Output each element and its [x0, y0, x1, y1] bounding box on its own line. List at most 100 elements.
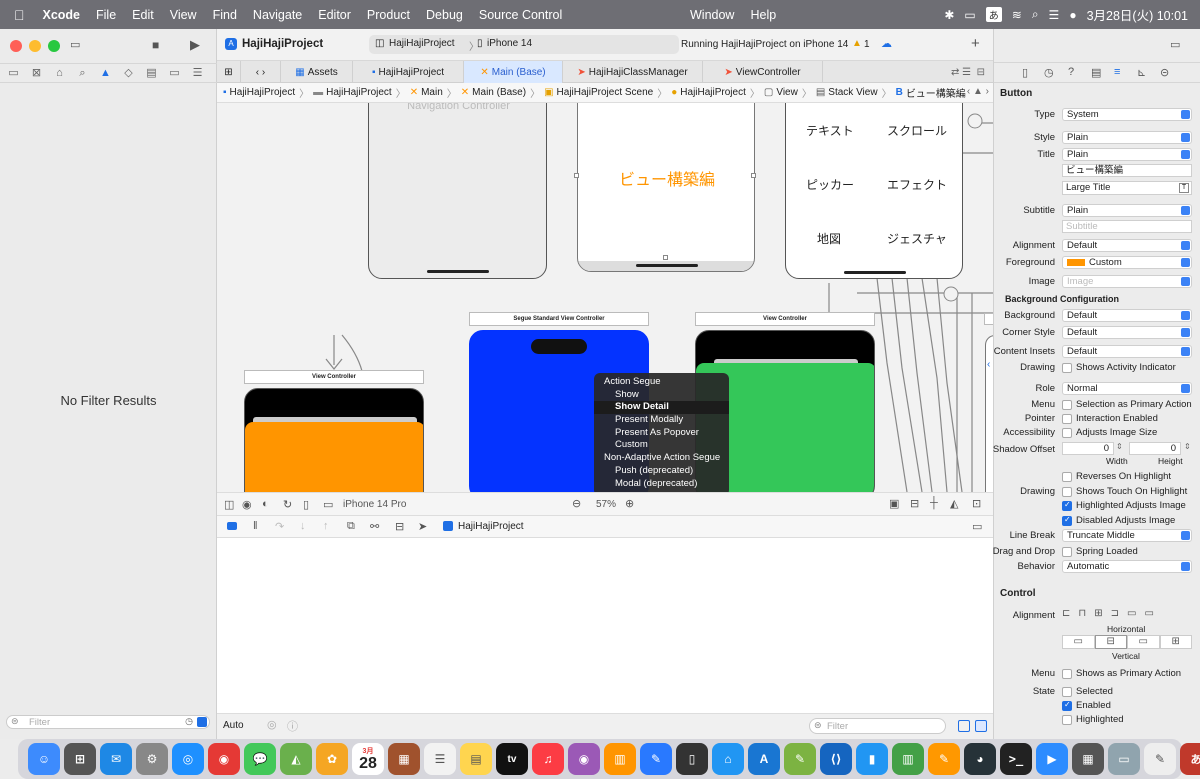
crumb-viewcontroller[interactable]: ● HajiHajiProject	[671, 87, 746, 98]
tab-navigation-arrows[interactable]: ‹ ›	[241, 61, 281, 83]
crumb-button[interactable]: B ビュー構築編	[896, 85, 966, 100]
warning-count[interactable]: 1	[864, 39, 870, 50]
minimize-window-button[interactable]	[29, 40, 41, 52]
input-method-indicator[interactable]: あ	[985, 7, 1002, 22]
add-button[interactable]: +	[971, 35, 980, 52]
state-selected-checkbox[interactable]	[1062, 687, 1072, 697]
scene-label-view-controller[interactable]: View Controller	[244, 370, 424, 384]
breakpoint-navigator-icon[interactable]: ▭	[168, 67, 181, 80]
spotlight-icon[interactable]: ⌕	[1032, 7, 1039, 22]
grid-button-picker[interactable]: ピッカー	[806, 176, 854, 193]
interaction-enabled-checkbox[interactable]	[1062, 414, 1072, 424]
stop-button[interactable]: ■	[152, 38, 159, 52]
run-button[interactable]: ▶	[190, 37, 200, 53]
align-top-icon[interactable]: ▭	[1062, 635, 1095, 649]
tab-main-base[interactable]: ✕ Main (Base)	[464, 61, 563, 83]
apple-menu-icon[interactable]: 	[0, 7, 35, 23]
debug-navigator-icon[interactable]: ▤	[145, 67, 158, 80]
selected-button-title[interactable]: ビュー構築編	[578, 166, 754, 190]
scene-label-segue-standard[interactable]: Segue Standard View Controller	[469, 312, 649, 326]
debug-area-toggle-icon[interactable]: ▭	[972, 520, 982, 533]
selection-primary-checkbox[interactable]	[1062, 400, 1072, 410]
spring-loaded-checkbox[interactable]	[1062, 547, 1072, 557]
adjusts-image-size-checkbox[interactable]	[1062, 428, 1072, 438]
document-outline-toggle-icon[interactable]: ◫	[224, 498, 234, 511]
podcasts-icon[interactable]: ◉	[568, 743, 600, 775]
zoom-icon[interactable]: ▶	[1036, 743, 1068, 775]
github-desktop-icon[interactable]: ◕	[964, 743, 996, 775]
inspector-toggle-icon[interactable]: ▭	[1170, 38, 1180, 51]
script-editor-icon[interactable]: ✎	[784, 743, 816, 775]
grid-button-map[interactable]: 地図	[817, 230, 841, 247]
tab-editor-options[interactable]: ⇄ ☰ ⊟	[823, 61, 993, 83]
menu-window[interactable]: Window	[682, 8, 742, 22]
role-popup[interactable]: Normal	[1062, 382, 1192, 395]
line-break-popup[interactable]: Truncate Middle	[1062, 529, 1192, 542]
simulator-icon[interactable]: ▯	[676, 743, 708, 775]
embed-in-icon[interactable]: ⊡	[972, 497, 981, 510]
segue-option-show[interactable]: Show	[594, 389, 729, 402]
zoom-in-icon[interactable]: ⊕	[625, 497, 634, 510]
align-middle-icon[interactable]: ⊟	[1094, 635, 1127, 649]
grid-button-text[interactable]: テキスト	[806, 122, 854, 139]
stepper-icon[interactable]: ⇕	[1184, 442, 1191, 451]
calculator-icon[interactable]: ▦	[1072, 743, 1104, 775]
preview-icon[interactable]: ▭	[1108, 743, 1140, 775]
align-bottom-icon[interactable]: ▭	[1127, 635, 1160, 649]
input-method-app-icon[interactable]: あ	[1180, 743, 1200, 775]
device-selector[interactable]: iPhone 14	[487, 38, 532, 49]
console-view-toggle-icon[interactable]	[975, 720, 987, 732]
crumb-scene[interactable]: ▣ HajiHajiProject Scene	[544, 87, 653, 98]
state-enabled-checkbox[interactable]	[1062, 700, 1072, 711]
stepper-icon[interactable]: ⇕	[1116, 442, 1123, 451]
segue-option-push[interactable]: Push (deprecated)	[594, 465, 729, 478]
orange-scene[interactable]	[244, 388, 424, 492]
alignment-popup[interactable]: Default	[1062, 239, 1192, 252]
disabled-adjusts-checkbox[interactable]	[1062, 515, 1072, 526]
debug-target[interactable]: HajiHajiProject	[458, 521, 524, 532]
align-vfill-icon[interactable]: ⊞	[1159, 635, 1192, 649]
crumb-stackview[interactable]: ▤ Stack View	[816, 87, 878, 98]
maps-icon[interactable]: ◭	[280, 743, 312, 775]
battery-icon[interactable]: ▭	[964, 8, 975, 22]
menu-editor[interactable]: Editor	[310, 8, 359, 22]
resolve-issues-icon[interactable]: ◭	[950, 497, 958, 510]
subtitle-text-field[interactable]: Subtitle	[1062, 220, 1192, 233]
grid-button-scroll[interactable]: スクロール	[887, 122, 947, 139]
horizontal-alignment-segments[interactable]: ⊏ ⊓ ⊞ ⊐ ▭ ▭	[1062, 608, 1192, 621]
environment-overrides-icon[interactable]: ⊟	[395, 520, 404, 533]
subtitle-popup[interactable]: Plain	[1062, 204, 1192, 217]
step-over-icon[interactable]: ↷	[275, 520, 284, 533]
chrome-icon[interactable]: ◉	[208, 743, 240, 775]
crumb-project[interactable]: ▪ HajiHajiProject	[223, 87, 295, 98]
align-left-icon[interactable]: ⊏	[1062, 608, 1070, 621]
resize-handle[interactable]	[751, 173, 756, 178]
find-navigator-icon[interactable]: ⌕	[76, 67, 89, 80]
align-leading-icon[interactable]: ▭	[1127, 608, 1136, 621]
apple-tv-icon[interactable]: tv	[496, 743, 528, 775]
segue-option-present-modally[interactable]: Present Modally	[594, 414, 729, 427]
scheme-selector[interactable]: HajiHajiProject	[389, 38, 455, 49]
shadow-height-field[interactable]: 0	[1129, 442, 1181, 455]
title-popup[interactable]: Plain	[1062, 148, 1192, 161]
view-debugger-icon[interactable]: ⧉	[347, 520, 355, 533]
behavior-popup[interactable]: Automatic	[1062, 560, 1192, 573]
title-text-field[interactable]: ビュー構築編	[1062, 164, 1192, 177]
shows-primary-checkbox[interactable]	[1062, 669, 1072, 679]
grid-button-effect[interactable]: エフェクト	[887, 176, 947, 193]
align-right-icon[interactable]: ⊐	[1111, 608, 1119, 621]
warning-icon[interactable]: ▲	[852, 38, 862, 49]
grid-button-gesture[interactable]: ジェスチャ	[887, 230, 947, 247]
menu-find[interactable]: Find	[205, 8, 245, 22]
segue-option-show-detail[interactable]: Show Detail	[594, 401, 729, 415]
project-title[interactable]: HajiHajiProject	[242, 38, 323, 50]
finder-icon[interactable]: ☺	[28, 743, 60, 775]
textedit-icon[interactable]: ✎	[1144, 743, 1176, 775]
attributes-inspector-icon[interactable]: ≡	[1114, 66, 1120, 78]
siri-icon[interactable]: ●	[1069, 8, 1076, 22]
memory-graph-icon[interactable]: ⚯	[370, 520, 379, 533]
xcode-icon[interactable]: ✎	[640, 743, 672, 775]
pages-icon[interactable]: ✎	[928, 743, 960, 775]
variables-scope-selector[interactable]: Auto	[223, 720, 244, 731]
file-inspector-icon[interactable]: ▯	[1022, 66, 1028, 79]
